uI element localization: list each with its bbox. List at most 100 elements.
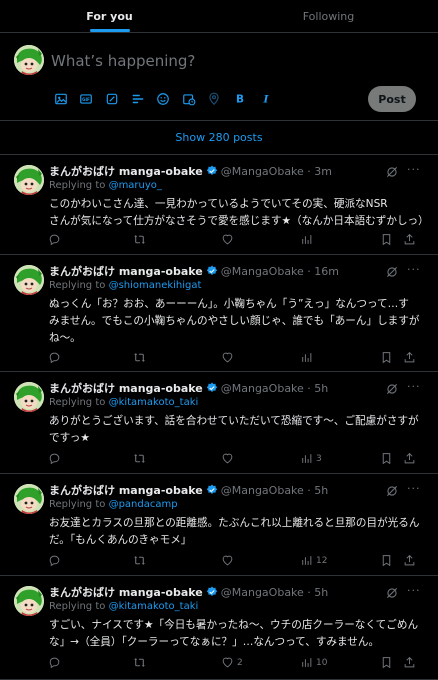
more-options-icon[interactable]: ··· — [407, 163, 421, 176]
views-icon — [300, 233, 313, 246]
replying-to-label: Replying to — [49, 280, 109, 291]
svg-text:B: B — [236, 94, 244, 106]
share-button[interactable] — [403, 452, 416, 465]
display-name[interactable]: まんがおばけ manga-obake — [49, 482, 203, 498]
grok-icon[interactable] — [99, 89, 125, 109]
bookmark-button[interactable] — [380, 656, 393, 669]
bookmark-button[interactable] — [380, 554, 393, 567]
share-button[interactable] — [403, 656, 416, 669]
avatar[interactable] — [14, 484, 44, 514]
views-button[interactable] — [300, 351, 316, 364]
tweet[interactable]: まんがおばけ manga-obake @MangaObake · 5h ··· … — [0, 372, 438, 474]
location-icon[interactable] — [202, 89, 228, 109]
grok-icon[interactable] — [385, 381, 399, 395]
handle-and-time[interactable]: @MangaObake · 5h — [221, 382, 329, 395]
poll-icon[interactable] — [125, 89, 151, 109]
share-button[interactable] — [403, 233, 416, 246]
schedule-icon[interactable] — [176, 89, 202, 109]
display-name[interactable]: まんがおばけ manga-obake — [49, 380, 203, 396]
repost-button[interactable] — [133, 233, 146, 246]
avatar[interactable] — [14, 586, 44, 616]
share-button[interactable] — [403, 351, 416, 364]
views-button[interactable] — [300, 233, 316, 246]
bookmark-icon — [380, 656, 393, 669]
more-options-icon[interactable]: ··· — [407, 380, 421, 393]
display-name[interactable]: まんがおばけ manga-obake — [49, 263, 203, 279]
reply-handle-link[interactable]: @kitamakoto_taki — [109, 601, 199, 612]
compose-input[interactable]: What’s happening? — [51, 52, 195, 70]
reply-handle-link[interactable]: @kitamakoto_taki — [109, 397, 199, 408]
reply-button[interactable] — [48, 351, 61, 364]
tweet-text-line: このかわいこさん達、一見わかっているようでいてその実、硬派なNSR — [49, 198, 388, 210]
image-icon[interactable] — [48, 89, 74, 109]
bookmark-icon — [380, 233, 393, 246]
more-options-icon[interactable]: ··· — [407, 482, 421, 495]
display-name[interactable]: まんがおばけ manga-obake — [49, 163, 203, 179]
show-new-posts-button[interactable]: Show 280 posts — [0, 121, 438, 155]
repost-button[interactable] — [133, 452, 146, 465]
reply-button[interactable] — [48, 233, 61, 246]
gif-icon[interactable]: GIF — [74, 89, 100, 109]
reply-handle-link[interactable]: @maruyo_ — [109, 180, 162, 191]
grok-icon[interactable] — [385, 264, 399, 278]
reply-handle-link[interactable]: @shiomanekihigat — [109, 280, 202, 291]
like-button[interactable] — [221, 233, 237, 246]
tweet-text: このかわいこさん達、一見わかっているようでいてその実、硬派なNSR さんが気になっ… — [49, 196, 429, 230]
like-button[interactable] — [221, 351, 237, 364]
views-button[interactable]: 12 — [300, 554, 327, 567]
tab-for-you[interactable]: For you — [0, 0, 219, 32]
views-icon — [300, 656, 313, 669]
repost-button[interactable] — [133, 554, 146, 567]
like-button[interactable]: 2 — [221, 656, 243, 669]
display-name[interactable]: まんがおばけ manga-obake — [49, 584, 203, 600]
tweet[interactable]: まんがおばけ manga-obake @MangaObake · 5h ··· … — [0, 474, 438, 576]
handle-and-time[interactable]: @MangaObake · 16m — [221, 265, 339, 278]
replying-to-label: Replying to — [49, 601, 109, 612]
replying-to: Replying to @maruyo_ — [49, 180, 162, 191]
tab-following[interactable]: Following — [219, 0, 438, 32]
handle-and-time[interactable]: @MangaObake · 5h — [221, 484, 329, 497]
bookmark-button[interactable] — [380, 452, 393, 465]
post-button[interactable]: Post — [368, 86, 416, 112]
grok-icon[interactable] — [385, 585, 399, 599]
repost-button[interactable] — [133, 351, 146, 364]
tweet[interactable]: まんがおばけ manga-obake @MangaObake · 5h ··· … — [0, 576, 438, 680]
reply-handle-link[interactable]: @pandacamp — [109, 499, 178, 510]
views-button[interactable]: 3 — [300, 452, 322, 465]
handle-and-time[interactable]: @MangaObake · 3m — [221, 165, 332, 178]
tweet-text: すごい、ナイスです★「今日も暑かったね〜、ウチの店クーラーなくてごめん な」→（全… — [49, 617, 425, 651]
share-icon — [403, 554, 416, 567]
views-button[interactable]: 10 — [300, 656, 327, 669]
tweet[interactable]: まんがおばけ manga-obake @MangaObake · 16m ···… — [0, 255, 438, 372]
avatar[interactable] — [14, 382, 44, 412]
grok-icon[interactable] — [385, 483, 399, 497]
reply-button[interactable] — [48, 452, 61, 465]
like-button[interactable] — [221, 452, 237, 465]
reply-button[interactable] — [48, 554, 61, 567]
avatar[interactable] — [14, 265, 44, 295]
tweet-text-line: ですっ★ — [49, 432, 90, 444]
bookmark-button[interactable] — [380, 351, 393, 364]
verified-badge-icon — [206, 382, 218, 394]
more-options-icon[interactable]: ··· — [407, 263, 421, 276]
like-button[interactable] — [221, 554, 237, 567]
tweet-header: まんがおばけ manga-obake @MangaObake · 3m — [49, 163, 332, 179]
italic-icon[interactable]: I — [253, 89, 279, 109]
bold-icon[interactable]: B — [227, 89, 253, 109]
share-button[interactable] — [403, 554, 416, 567]
tweet[interactable]: まんがおばけ manga-obake @MangaObake · 3m ··· … — [0, 155, 438, 255]
avatar[interactable] — [14, 165, 44, 195]
avatar[interactable] — [14, 45, 44, 75]
emoji-icon[interactable] — [150, 89, 176, 109]
composer-toolbar: GIF B I — [48, 89, 278, 109]
bookmark-button[interactable] — [380, 233, 393, 246]
repost-button[interactable] — [133, 656, 146, 669]
views-icon — [300, 452, 313, 465]
tweet-text-line: だ。「もんくあんのきゃモメ」 — [49, 534, 192, 546]
handle-and-time[interactable]: @MangaObake · 5h — [221, 586, 329, 599]
more-options-icon[interactable]: ··· — [407, 584, 421, 597]
bookmark-icon — [380, 452, 393, 465]
reply-icon — [48, 452, 61, 465]
grok-icon[interactable] — [385, 164, 399, 178]
reply-button[interactable] — [48, 656, 61, 669]
